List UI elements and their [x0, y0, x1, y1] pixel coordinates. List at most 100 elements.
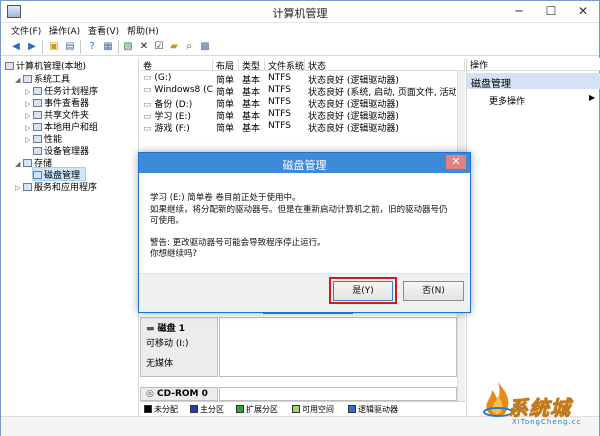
check-disk-icon[interactable]: ☑ [152, 40, 166, 54]
users-icon [33, 123, 42, 131]
forward-icon[interactable]: ▶ [25, 40, 39, 54]
volume-status: 状态良好 (逻辑驱动器) [308, 100, 399, 108]
volume-filesystem: NTFS [268, 109, 291, 119]
legend-free: 可用空间 [302, 405, 334, 414]
partition-legend: 未分配 主分区 扩展分区 可用空间 逻辑驱动器 [140, 401, 465, 415]
volume-type: 基本 [242, 112, 261, 120]
tree-item-disk-management[interactable]: 磁盘管理 [32, 167, 86, 181]
volume-filesystem: NTFS [268, 85, 291, 95]
volume-type: 基本 [242, 76, 261, 84]
expand-icon[interactable]: ▷ [25, 112, 33, 120]
tools-icon [23, 75, 32, 83]
cdrom-label[interactable]: ◎ CD-ROM 0 [140, 387, 218, 401]
menu-bar: 文件(F) 操作(A) 查看(V) 帮助(H) [1, 23, 599, 38]
legend-logical: 逻辑驱动器 [358, 405, 398, 414]
delete-icon[interactable]: ✕ [137, 40, 151, 54]
cdrom-area[interactable] [219, 387, 457, 401]
disk-1-name: 磁盘 1 [157, 324, 186, 334]
collapse-icon[interactable]: ◢ [15, 76, 23, 84]
disk-1-media: 无媒体 [146, 359, 174, 369]
clock-icon [33, 87, 42, 95]
minimize-button[interactable]: ─ [503, 1, 535, 23]
maximize-button[interactable]: ☐ [535, 1, 567, 23]
menu-view[interactable]: 查看(V) [88, 24, 119, 37]
close-button[interactable]: ✕ [567, 1, 599, 23]
chevron-right-icon[interactable]: ▶ [589, 93, 595, 102]
expand-icon[interactable]: ▷ [25, 136, 33, 144]
volume-name: ▭ 游戏 (F:) [143, 124, 190, 132]
tree-item-local-users[interactable]: ▷ 本地用户和组 [25, 120, 98, 133]
toolbar: ◀ ▶ ▣ ▤ ? ▦ ▧ ✕ ☑ ▰ ⌕ ▩ [1, 38, 599, 56]
disk-1-area[interactable] [219, 317, 457, 377]
tree-item-services-apps[interactable]: ▷ 服务和应用程序 [15, 180, 97, 193]
volume-name: ▭ Windows8 (C:) [143, 85, 213, 95]
properties-icon[interactable]: ▦ [101, 40, 115, 54]
disk-1-label[interactable]: ▬ 磁盘 1 可移动 (I:) 无媒体 [140, 317, 218, 377]
tree-item-device-manager[interactable]: 设备管理器 [33, 144, 89, 157]
tree-item-event-viewer[interactable]: ▷ 事件查看器 [25, 96, 89, 109]
search-icon[interactable]: ⌕ [182, 40, 196, 54]
tree-item-system-tools[interactable]: ◢ 系统工具 [15, 72, 70, 85]
more-actions-link[interactable]: 更多操作 [489, 94, 525, 107]
dialog-message-line: 可使用。 [150, 216, 185, 226]
title-bar[interactable]: 计算机管理 ─ ☐ ✕ [1, 1, 599, 23]
yes-button[interactable]: 是(Y) [333, 281, 393, 301]
column-header-type[interactable]: 类型 [239, 59, 265, 72]
tree-item-shared-folders[interactable]: ▷ 共享文件夹 [25, 108, 89, 121]
menu-file[interactable]: 文件(F) [11, 24, 41, 37]
site-watermark-logo: 系统城 XiTongCheng.cc [478, 372, 598, 432]
volume-layout: 简单 [216, 100, 235, 108]
menu-help[interactable]: 帮助(H) [127, 24, 159, 37]
console-tree: 计算机管理(本地) ◢ 系统工具 ▷ 任务计划程序 ▷ 事件查看器 ▷ 共享文件夹 ▷ 本… [1, 58, 139, 416]
tree-item-task-scheduler[interactable]: ▷ 任务计划程序 [25, 84, 98, 97]
column-header-status[interactable]: 状态 [305, 59, 465, 72]
disk-1-type: 可移动 (I:) [146, 339, 189, 349]
back-icon[interactable]: ◀ [9, 40, 23, 54]
dialog-close-icon[interactable]: ✕ [446, 155, 466, 169]
refresh-icon[interactable]: ▧ [121, 40, 135, 54]
help-icon[interactable]: ? [85, 40, 99, 54]
up-folder-icon[interactable]: ▣ [47, 40, 61, 54]
volume-type: 基本 [242, 100, 261, 108]
dialog-title-bar[interactable]: 磁盘管理 ✕ [139, 153, 470, 173]
show-hide-tree-icon[interactable]: ▤ [63, 40, 77, 54]
collapse-icon[interactable]: ◢ [15, 160, 23, 168]
volume-filesystem: NTFS [268, 73, 291, 83]
expand-icon[interactable]: ▷ [25, 100, 33, 108]
legend-primary: 主分区 [200, 405, 224, 414]
tree-root[interactable]: 计算机管理(本地) [5, 59, 86, 72]
no-button[interactable]: 否(N) [403, 281, 464, 301]
dialog-message-line: 如果继续，将分配新的驱动器号。但是在重新启动计算机之前，旧的驱动器号仍 [150, 204, 448, 215]
column-header-filesystem[interactable]: 文件系统 [265, 59, 305, 72]
legend-swatch-extended [236, 405, 244, 413]
open-folder-icon[interactable]: ▰ [167, 40, 181, 54]
dialog-message-line: 学习 (E:) 简单卷 卷目前正处于使用中。 [150, 193, 301, 203]
volume-status: 状态良好 (逻辑驱动器) [308, 112, 399, 120]
legend-swatch-unallocated [144, 405, 152, 413]
dialog-title: 磁盘管理 [282, 159, 327, 172]
volume-filesystem: NTFS [268, 121, 291, 131]
menu-action[interactable]: 操作(A) [49, 24, 80, 37]
disk-icon [33, 171, 42, 179]
column-header-volume[interactable]: 卷 [140, 59, 213, 72]
volume-filesystem: NTFS [268, 97, 291, 107]
performance-icon [33, 135, 42, 143]
event-icon [33, 99, 42, 107]
disk-view-icon[interactable]: ▩ [198, 40, 212, 54]
dialog-button-bar: 是(Y) 否(N) [139, 273, 470, 312]
expand-icon[interactable]: ▷ [25, 88, 33, 96]
volume-layout: 简单 [216, 76, 235, 84]
legend-extended: 扩展分区 [246, 405, 278, 414]
tree-item-storage[interactable]: ◢ 存储 [15, 156, 52, 169]
disk-management-dialog: 磁盘管理 ✕ 学习 (E:) 简单卷 卷目前正处于使用中。 如果继续，将分配新的… [138, 152, 471, 313]
dialog-message: 学习 (E:) 简单卷 卷目前正处于使用中。 如果继续，将分配新的驱动器号。但是… [150, 193, 460, 261]
column-header-layout[interactable]: 布局 [213, 59, 239, 72]
actions-section-disk-management[interactable]: 磁盘管理 [467, 73, 600, 90]
dialog-warning-line: 警告: 更改驱动器号可能会导致程序停止运行。 [150, 237, 326, 248]
expand-icon[interactable]: ▷ [15, 184, 23, 192]
volume-type: 基本 [242, 124, 261, 132]
expand-icon[interactable]: ▷ [25, 124, 33, 132]
legend-swatch-primary [190, 405, 198, 413]
tree-item-performance[interactable]: ▷ 性能 [25, 132, 62, 145]
device-icon [33, 147, 42, 155]
